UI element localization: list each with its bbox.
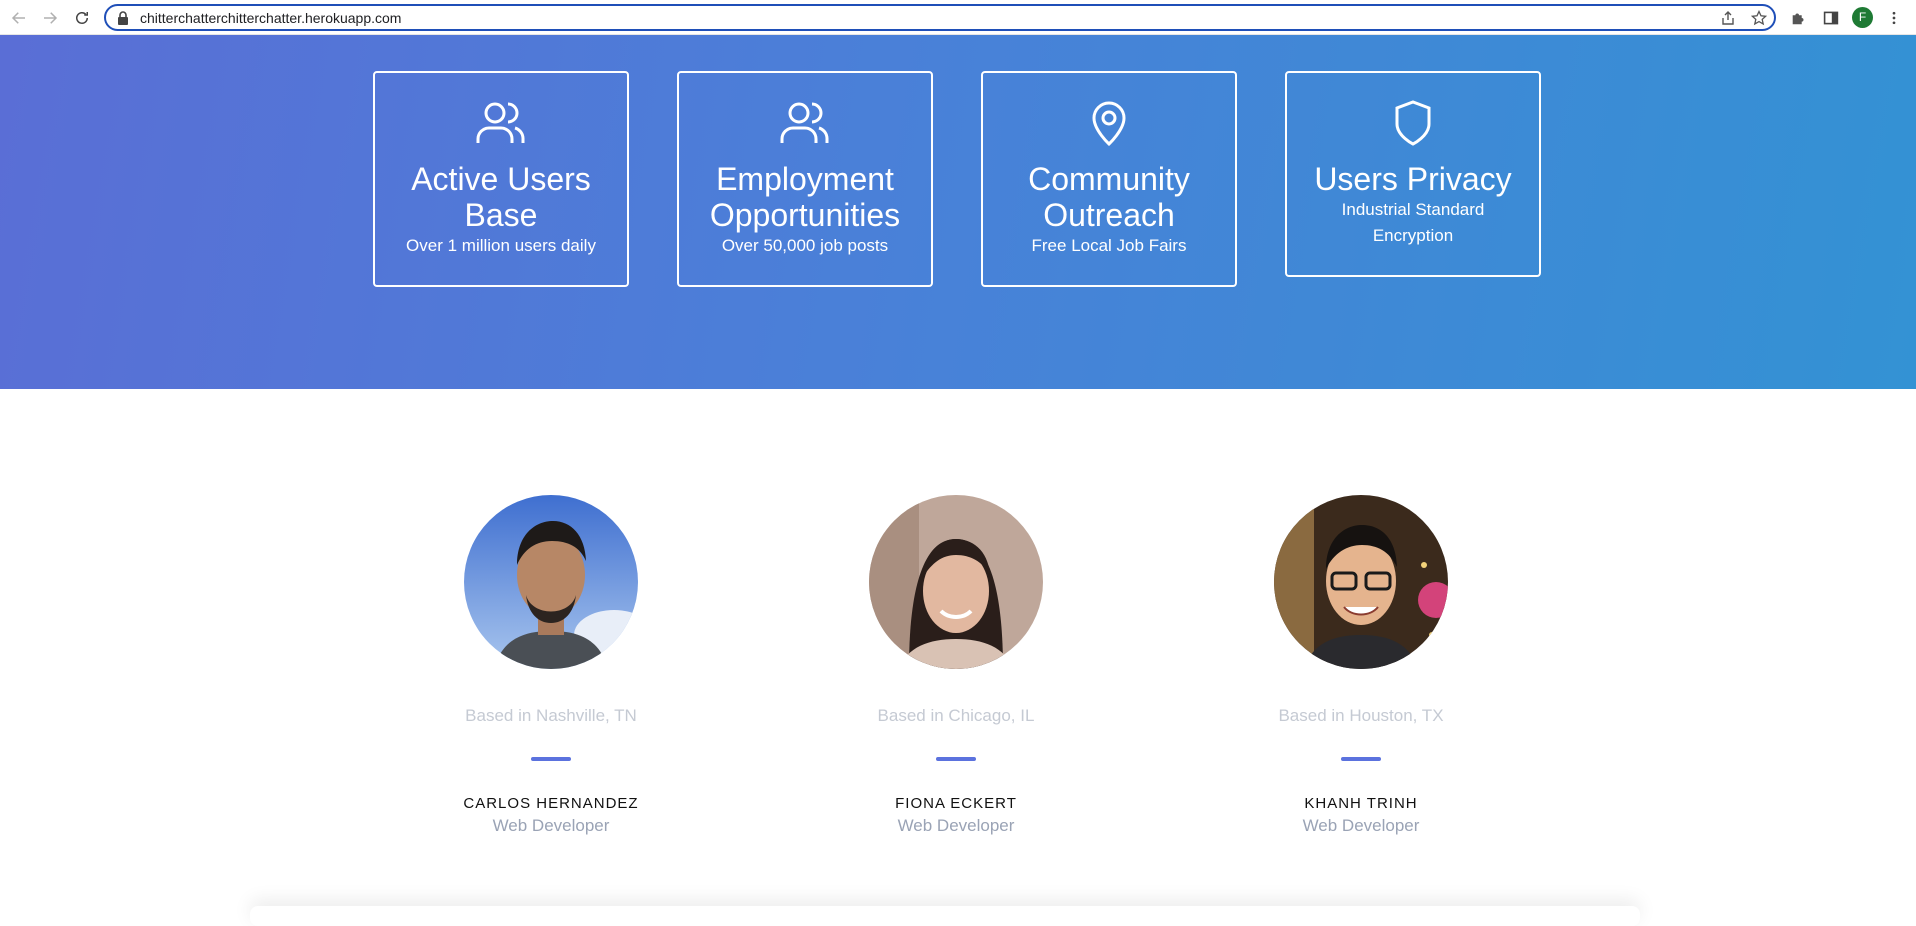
member-location: Based in Nashville, TN [465, 706, 637, 725]
feature-title: Community Outreach [1028, 161, 1190, 233]
team-member-fiona: Based in Chicago, IL FIONA ECKERT Web De… [826, 495, 1086, 836]
team-member-khanh: Based in Houston, TX KHANH TRINH Web Dev… [1231, 495, 1491, 836]
feature-subtitle: Over 50,000 job posts [721, 236, 889, 255]
feature-title: Employment Opportunities [709, 161, 901, 233]
feature-card-community: Community Outreach Free Local Job Fairs [981, 71, 1237, 287]
features-hero: Active Users Base Over 1 million users d… [0, 35, 1916, 389]
next-section-edge [250, 906, 1640, 926]
shield-icon [1395, 100, 1431, 146]
accent-divider [531, 757, 571, 761]
feature-subtitle: Over 1 million users daily [406, 236, 596, 255]
avatar [869, 495, 1043, 669]
browser-toolbar: chitterchatterchitterchatter.herokuapp.c… [0, 0, 1916, 35]
lock-icon [118, 11, 128, 25]
arrow-left-icon [11, 12, 25, 24]
member-role: Web Developer [897, 816, 1015, 835]
extensions-button[interactable] [1789, 8, 1809, 28]
member-name: CARLOS HERNANDEZ [463, 795, 639, 812]
bookmark-star-icon[interactable] [1751, 10, 1767, 26]
side-panel-button[interactable] [1821, 8, 1841, 28]
users-icon [780, 102, 829, 143]
reload-button[interactable] [71, 7, 93, 29]
member-location: Based in Houston, TX [1278, 706, 1444, 725]
accent-divider [936, 757, 976, 761]
map-pin-icon [1092, 101, 1126, 147]
member-name: FIONA ECKERT [895, 795, 1017, 812]
share-icon[interactable] [1720, 10, 1736, 26]
avatar [464, 495, 638, 669]
feature-subtitle: Free Local Job Fairs [1031, 236, 1187, 255]
side-panel-icon [1823, 11, 1839, 25]
more-vert-icon [1892, 11, 1896, 25]
url-text[interactable]: chitterchatterchitterchatter.herokuapp.c… [140, 10, 401, 26]
feature-subtitle: Industrial Standard Encryption [1341, 200, 1485, 245]
member-role: Web Developer [492, 816, 610, 835]
member-name: KHANH TRINH [1304, 795, 1418, 812]
feature-title: Active Users Base [411, 161, 591, 233]
menu-button[interactable] [1884, 8, 1904, 28]
portrait-image [1274, 495, 1448, 669]
portrait-image [869, 495, 1043, 669]
feature-card-employment: Employment Opportunities Over 50,000 job… [677, 71, 933, 287]
portrait-image [464, 495, 638, 669]
address-bar[interactable]: chitterchatterchitterchatter.herokuapp.c… [104, 4, 1776, 31]
feature-card-privacy: Users Privacy Industrial Standard Encryp… [1285, 71, 1541, 277]
profile-avatar[interactable]: F [1852, 7, 1873, 28]
users-icon [476, 102, 525, 143]
accent-divider [1341, 757, 1381, 761]
feature-card-active-users: Active Users Base Over 1 million users d… [373, 71, 629, 287]
reload-icon [76, 12, 88, 24]
member-role: Web Developer [1302, 816, 1420, 835]
team-member-carlos: Based in Nashville, TN CARLOS HERNANDEZ … [421, 495, 681, 836]
feature-title: Users Privacy [1314, 161, 1512, 197]
arrow-right-icon [44, 12, 58, 24]
puzzle-icon [1792, 13, 1804, 25]
back-button[interactable] [8, 7, 30, 29]
forward-button[interactable] [39, 7, 61, 29]
avatar [1274, 495, 1448, 669]
member-location: Based in Chicago, IL [877, 706, 1035, 725]
